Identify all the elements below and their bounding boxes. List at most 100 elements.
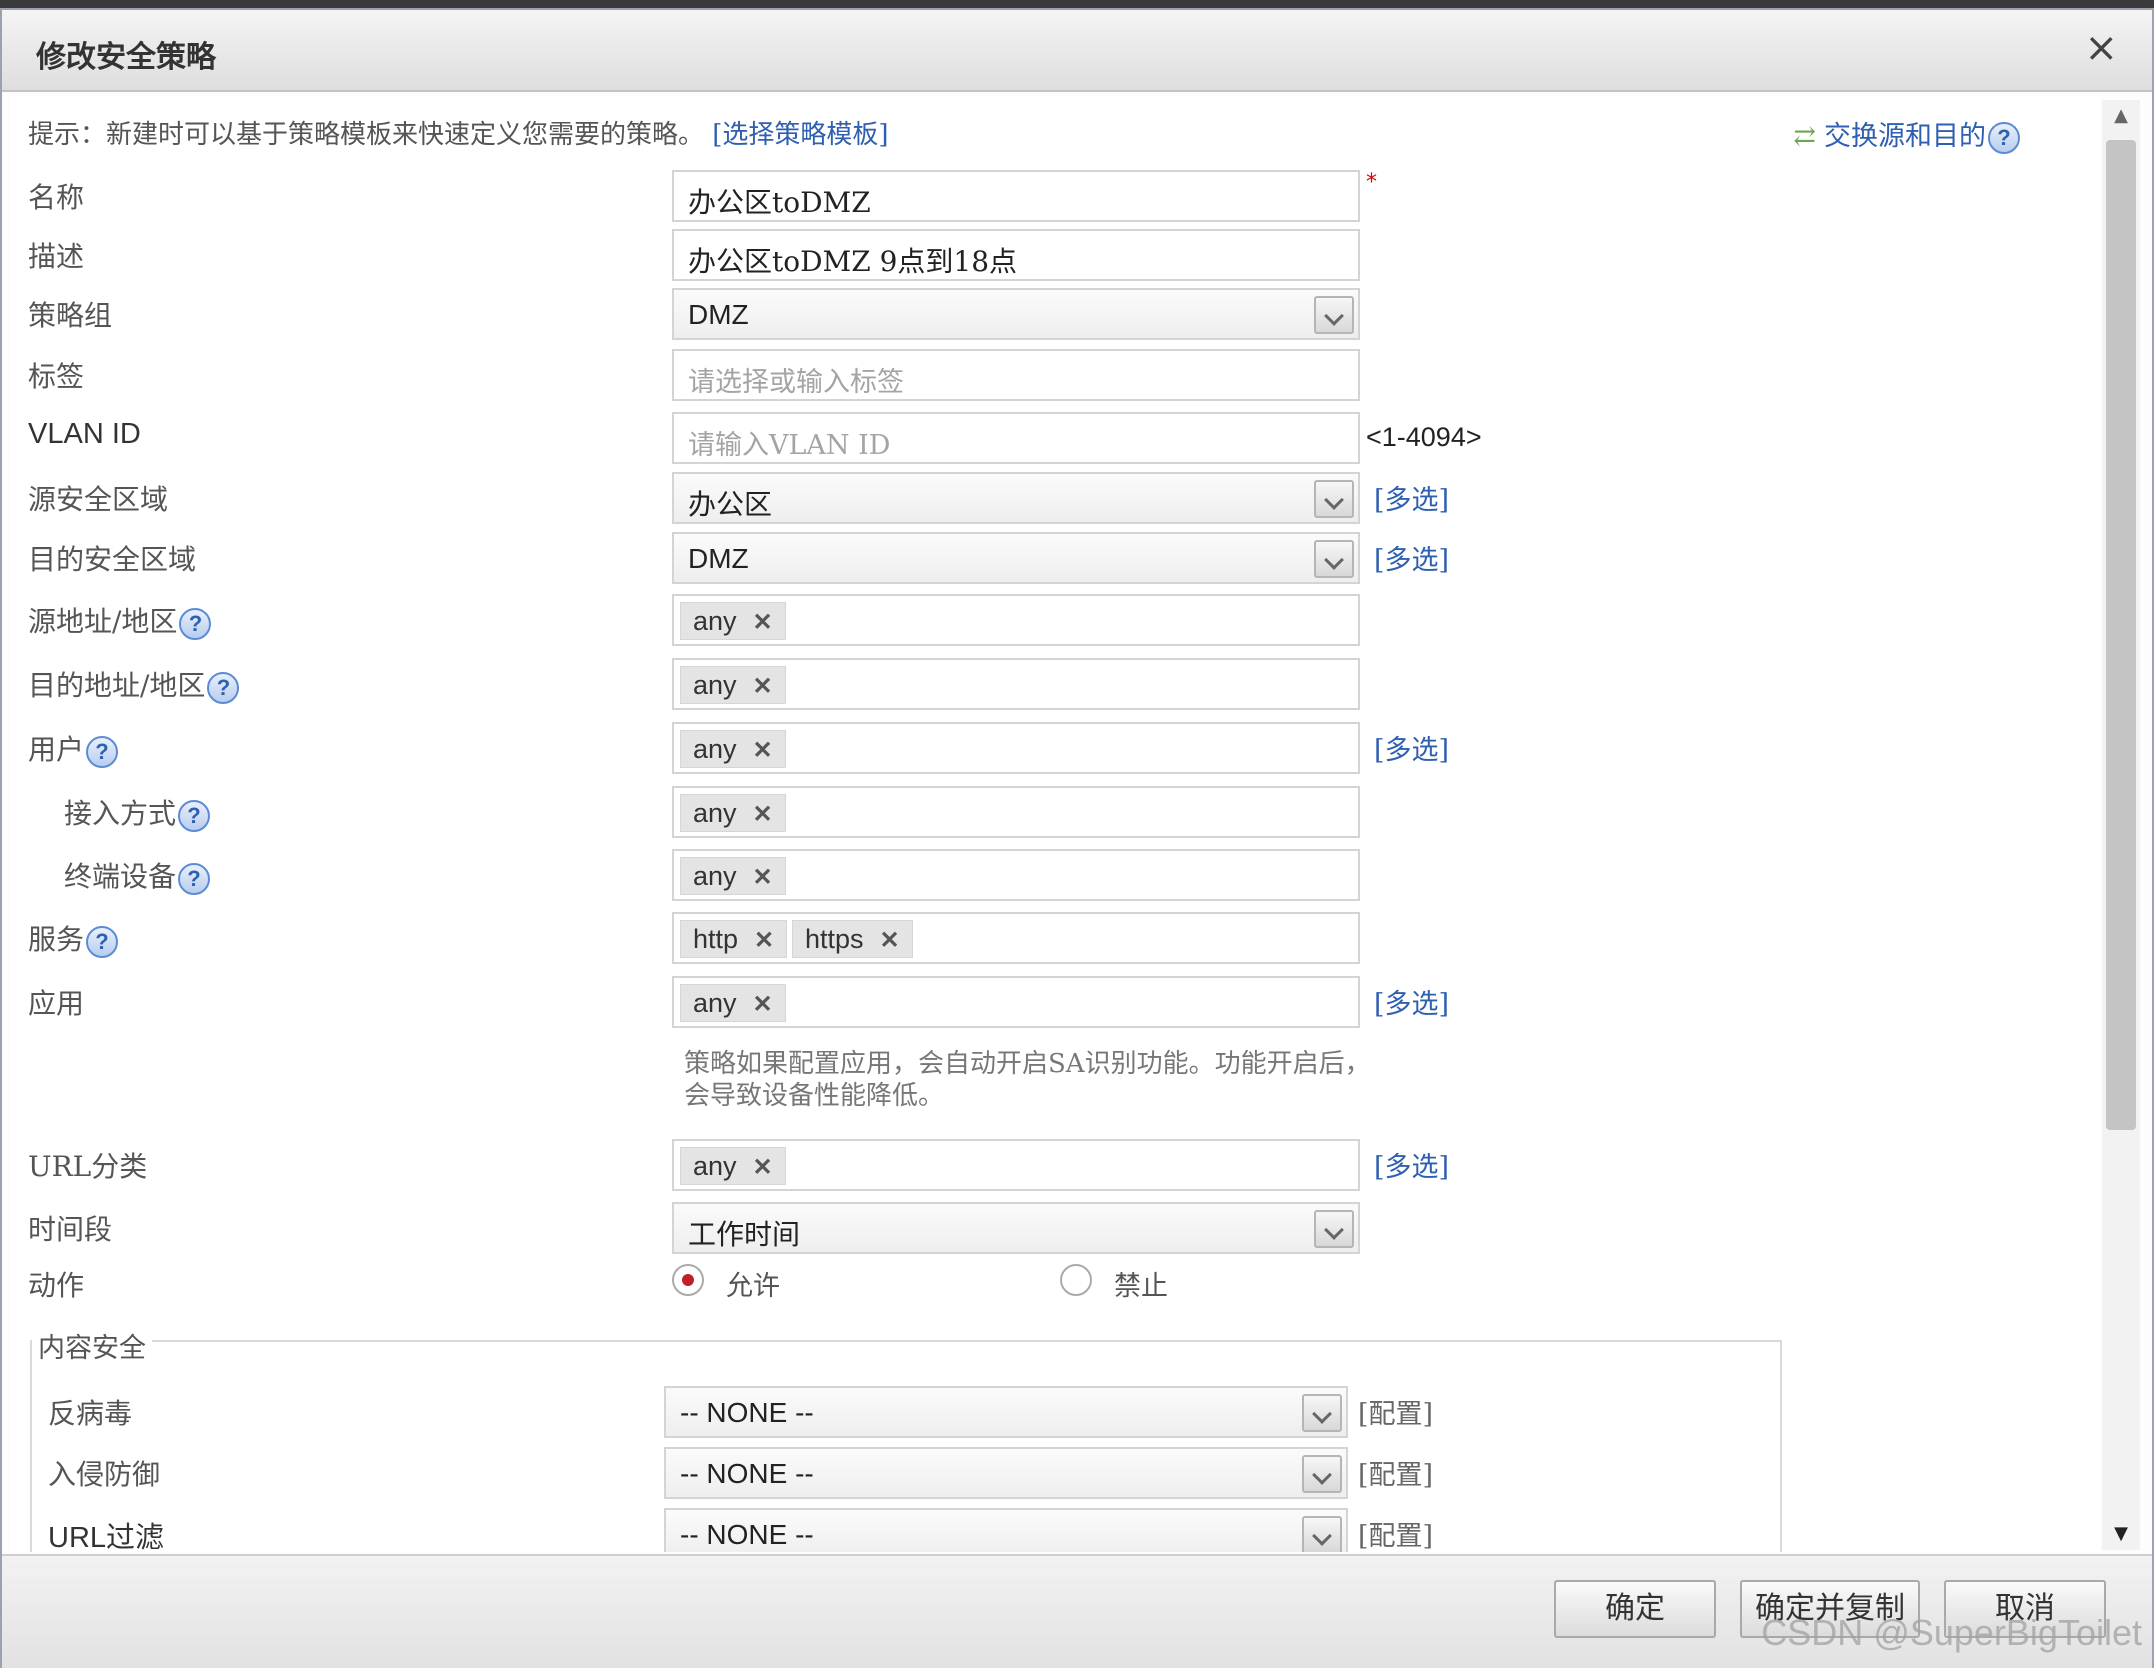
url-filter-select[interactable]: -- NONE -- <box>664 1508 1348 1552</box>
scroll-up-icon[interactable]: ▲ <box>2102 100 2140 132</box>
intrusion-prevention-value: -- NONE -- <box>680 1458 814 1489</box>
help-icon[interactable]: ? <box>178 799 211 832</box>
application-input[interactable]: any ✕ <box>672 976 1360 1028</box>
chip-any: any ✕ <box>680 1147 786 1185</box>
source-zone-label: 源安全区域 <box>28 483 169 516</box>
remove-icon[interactable]: ✕ <box>753 860 773 896</box>
chevron-down-icon[interactable] <box>1314 296 1354 334</box>
application-label: 应用 <box>28 987 85 1020</box>
source-zone-value: 办公区 <box>688 488 773 521</box>
vlan-range-hint: <1-4094> <box>1366 422 1482 452</box>
description-input[interactable]: 办公区toDMZ 9点到18点 <box>672 229 1360 281</box>
chip-any: any ✕ <box>680 730 786 768</box>
edit-security-policy-dialog: 修改安全策略 × 提示：新建时可以基于策略模板来快速定义您需要的策略。 [选择策… <box>0 8 2154 1668</box>
user-input[interactable]: any ✕ <box>672 722 1360 774</box>
chip-any: any ✕ <box>680 794 786 832</box>
remove-icon[interactable]: ✕ <box>753 733 773 769</box>
remove-icon[interactable]: ✕ <box>753 669 773 705</box>
close-icon[interactable]: × <box>2084 26 2118 70</box>
help-icon[interactable]: ? <box>179 607 212 640</box>
chip-any: any ✕ <box>680 602 786 640</box>
antivirus-value: -- NONE -- <box>680 1397 814 1428</box>
policy-group-select[interactable]: DMZ <box>672 288 1360 340</box>
antivirus-select[interactable]: -- NONE -- <box>664 1386 1348 1438</box>
remove-icon[interactable]: ✕ <box>753 1150 773 1186</box>
choose-template-link[interactable]: [选择策略模板] <box>712 120 888 150</box>
name-value: 办公区toDMZ <box>688 186 871 219</box>
name-label: 名称 <box>28 181 85 214</box>
time-range-select[interactable]: 工作时间 <box>672 1202 1360 1254</box>
swap-src-dst-link[interactable]: ⇄ 交换源和目的? <box>1793 114 2020 154</box>
url-category-input[interactable]: any ✕ <box>672 1139 1360 1191</box>
destination-zone-select[interactable]: DMZ <box>672 532 1360 584</box>
chip-https: https ✕ <box>792 920 913 958</box>
url-category-multiselect-link[interactable]: [多选] <box>1374 1145 1449 1184</box>
tag-input[interactable]: 请选择或输入标签 <box>672 349 1360 401</box>
name-input[interactable]: 办公区toDMZ <box>672 170 1360 222</box>
destination-address-input[interactable]: any ✕ <box>672 658 1360 710</box>
help-icon[interactable]: ? <box>86 735 119 768</box>
dialog-title: 修改安全策略 <box>36 40 216 75</box>
chevron-down-icon[interactable] <box>1302 1455 1342 1493</box>
chip-any: any ✕ <box>680 857 786 895</box>
user-multiselect-link[interactable]: [多选] <box>1374 728 1449 767</box>
intrusion-prevention-config-link[interactable]: [配置] <box>1358 1453 1433 1492</box>
remove-icon[interactable]: ✕ <box>880 923 900 959</box>
vertical-scrollbar[interactable]: ▲ ▼ <box>2102 100 2140 1550</box>
help-icon[interactable]: ? <box>178 862 211 895</box>
chevron-down-icon[interactable] <box>1314 540 1354 578</box>
policy-group-label: 策略组 <box>28 299 113 332</box>
remove-icon[interactable]: ✕ <box>753 605 773 641</box>
remove-icon[interactable]: ✕ <box>753 987 773 1023</box>
destination-zone-multiselect-link[interactable]: [多选] <box>1374 538 1449 577</box>
time-range-value: 工作时间 <box>688 1218 801 1251</box>
ok-button[interactable]: 确定 <box>1554 1580 1716 1638</box>
url-filter-label: URL过滤 <box>48 1522 165 1552</box>
scroll-down-icon[interactable]: ▼ <box>2102 1518 2140 1550</box>
scroll-thumb[interactable] <box>2106 140 2136 1130</box>
access-method-input[interactable]: any ✕ <box>672 786 1360 838</box>
application-multiselect-link[interactable]: [多选] <box>1374 982 1449 1021</box>
action-allow-radio[interactable] <box>672 1264 704 1296</box>
help-icon[interactable]: ? <box>86 925 119 958</box>
action-allow-label[interactable]: 允许 <box>726 1264 780 1303</box>
chevron-down-icon[interactable] <box>1314 480 1354 518</box>
intrusion-prevention-select[interactable]: -- NONE -- <box>664 1447 1348 1499</box>
remove-icon[interactable]: ✕ <box>753 797 773 833</box>
action-deny-label[interactable]: 禁止 <box>1114 1264 1168 1303</box>
destination-address-label: 目的地址/地区? <box>28 664 240 704</box>
vlan-id-input[interactable]: 请输入VLAN ID <box>672 412 1360 464</box>
remove-icon[interactable]: ✕ <box>754 923 774 959</box>
antivirus-label: 反病毒 <box>48 1397 133 1430</box>
destination-zone-label: 目的安全区域 <box>28 543 197 576</box>
user-label: 用户? <box>28 728 119 768</box>
swap-label: 交换源和目的 <box>1824 121 1986 152</box>
url-filter-config-link[interactable]: [配置] <box>1358 1514 1433 1552</box>
access-method-label: 接入方式? <box>64 792 211 832</box>
source-address-input[interactable]: any ✕ <box>672 594 1360 646</box>
help-icon[interactable]: ? <box>207 671 240 704</box>
dialog-content: 提示：新建时可以基于策略模板来快速定义您需要的策略。 [选择策略模板] ⇄ 交换源… <box>10 96 2100 1552</box>
tag-label: 标签 <box>28 360 85 393</box>
chip-any: any ✕ <box>680 984 786 1022</box>
source-zone-multiselect-link[interactable]: [多选] <box>1374 478 1449 517</box>
service-input[interactable]: http ✕ https ✕ <box>672 912 1360 964</box>
vlan-id-label: VLAN ID <box>28 418 141 450</box>
chevron-down-icon[interactable] <box>1314 1210 1354 1248</box>
help-icon[interactable]: ? <box>1988 121 2020 154</box>
watermark: CSDN @SuperBigToilet <box>1761 1612 2142 1653</box>
source-address-label: 源地址/地区? <box>28 600 212 640</box>
chevron-down-icon[interactable] <box>1302 1516 1342 1552</box>
chevron-down-icon[interactable] <box>1302 1394 1342 1432</box>
terminal-device-input[interactable]: any ✕ <box>672 849 1360 901</box>
source-zone-select[interactable]: 办公区 <box>672 472 1360 524</box>
time-range-label: 时间段 <box>28 1213 113 1246</box>
action-label: 动作 <box>28 1269 85 1302</box>
action-deny-radio[interactable] <box>1060 1264 1092 1296</box>
swap-arrows-icon: ⇄ <box>1793 121 1816 152</box>
dialog-titlebar[interactable]: 修改安全策略 × <box>2 10 2152 92</box>
vlan-id-placeholder: 请输入VLAN ID <box>688 430 891 461</box>
required-mark: * <box>1366 170 1377 195</box>
application-note: 策略如果配置应用，会自动开启SA识别功能。功能开启后，会导致设备性能降低。 <box>684 1049 1371 1111</box>
antivirus-config-link[interactable]: [配置] <box>1358 1392 1433 1431</box>
